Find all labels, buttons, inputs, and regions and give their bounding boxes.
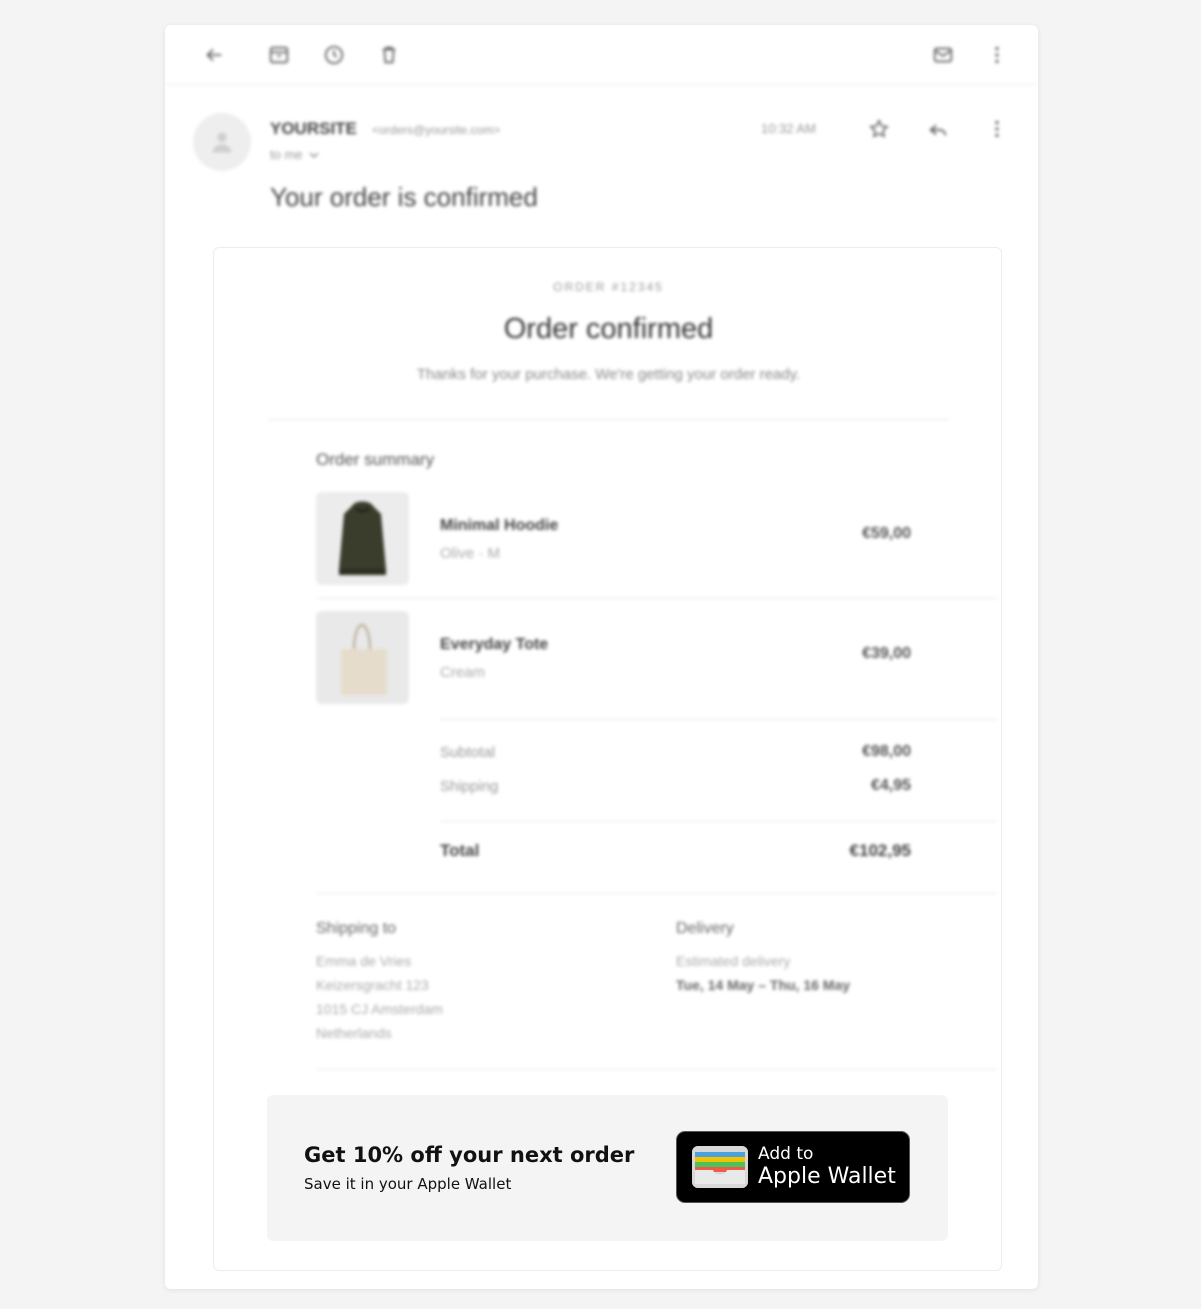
email-window: YOURSITE <orders@yoursite.com> to me 10:… — [165, 25, 1038, 1289]
divider — [316, 893, 997, 894]
order-summary-title: Order summary — [316, 450, 435, 469]
shipping-street: Keizersgracht 123 — [316, 977, 429, 993]
subtotal-label: Subtotal — [440, 744, 496, 761]
item-name: Everyday Tote — [440, 636, 549, 653]
shipping-city: 1015 CJ Amsterdam — [316, 1001, 443, 1017]
delivery-title: Delivery — [676, 920, 734, 937]
order-subtitle: Thanks for your purchase. We're getting … — [416, 366, 801, 383]
divider — [268, 419, 949, 420]
wallet-icon — [692, 1146, 748, 1188]
divider — [316, 598, 997, 599]
total-value: €102,95 — [849, 841, 911, 860]
item-variant: Olive · M — [440, 545, 500, 562]
divider — [440, 719, 997, 720]
add-to-apple-wallet-button[interactable]: Add to Apple Wallet — [676, 1131, 910, 1203]
item-name: Minimal Hoodie — [440, 517, 559, 534]
wallet-button-label: Apple Wallet — [758, 1164, 896, 1189]
delivery-range: Tue, 14 May – Thu, 16 May — [676, 977, 851, 993]
shipping-country: Netherlands — [316, 1025, 392, 1041]
hoodie-image — [316, 492, 409, 585]
shipping-value: €4,95 — [870, 777, 911, 794]
total-label: Total — [440, 841, 480, 860]
divider — [440, 821, 997, 822]
shipping-to-title: Shipping to — [316, 920, 397, 937]
divider — [316, 1069, 997, 1070]
subtotal-value: €98,00 — [862, 743, 911, 760]
promo-subtitle: Save it in your Apple Wallet — [304, 1175, 512, 1193]
order-number: ORDER #12345 — [553, 280, 664, 294]
order-title: Order confirmed — [503, 313, 714, 345]
delivery-label: Estimated delivery — [676, 953, 791, 969]
shipping-name: Emma de Vries — [316, 953, 412, 969]
wallet-button-small-label: Add to — [758, 1144, 814, 1164]
wallet-promo-banner: Get 10% off your next order Save it in y… — [267, 1095, 948, 1241]
tote-image — [316, 611, 409, 704]
item-price: €39,00 — [862, 645, 911, 662]
item-price: €59,00 — [862, 525, 911, 542]
promo-title: Get 10% off your next order — [304, 1143, 635, 1167]
item-variant: Cream — [440, 664, 486, 681]
shipping-label: Shipping — [440, 778, 499, 795]
